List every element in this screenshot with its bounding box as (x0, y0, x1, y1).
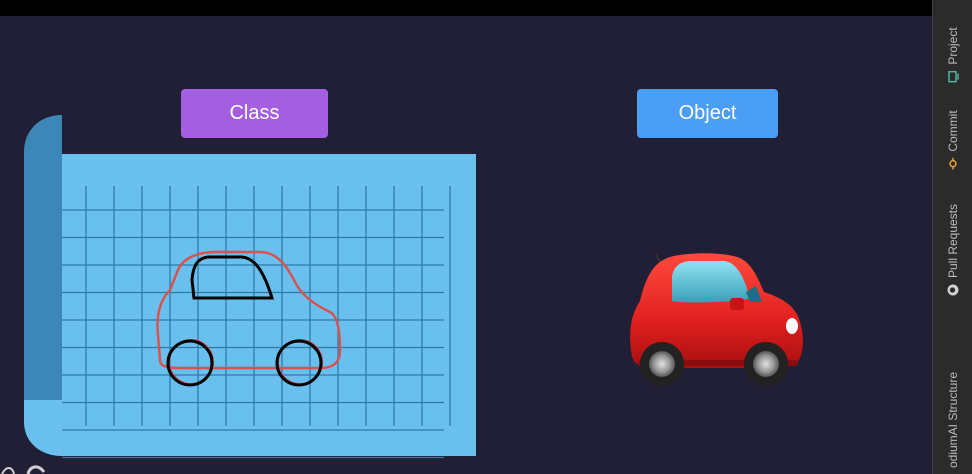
blueprint-illustration (24, 115, 476, 459)
top-bar (0, 0, 932, 16)
commit-icon (947, 157, 959, 170)
red-car-icon (630, 253, 803, 386)
blueprint-roll (24, 115, 62, 422)
tab-pull-requests-label: Pull Requests (945, 203, 960, 279)
tab-pull-requests[interactable]: Pull Requests (946, 204, 960, 296)
github-icon (947, 284, 959, 296)
tab-commit-label: Commit (945, 110, 960, 152)
tab-structure[interactable]: odiumAI Structure (946, 372, 960, 468)
tab-commit[interactable]: Commit (945, 110, 960, 170)
monitor-icon (947, 70, 959, 83)
blueprint-curl (24, 400, 62, 456)
tab-structure-label: odiumAI Structure (945, 371, 960, 469)
ide-right-sidebar: Project Commit Pull Requests odiumAI Str… (932, 0, 972, 474)
partial-icon (1, 465, 46, 474)
class-label-button: Class (181, 89, 328, 138)
tab-project-label: Project (945, 27, 960, 65)
object-label-button: Object (637, 89, 778, 138)
blueprint-paper (62, 154, 476, 456)
tab-project[interactable]: Project (945, 27, 960, 83)
